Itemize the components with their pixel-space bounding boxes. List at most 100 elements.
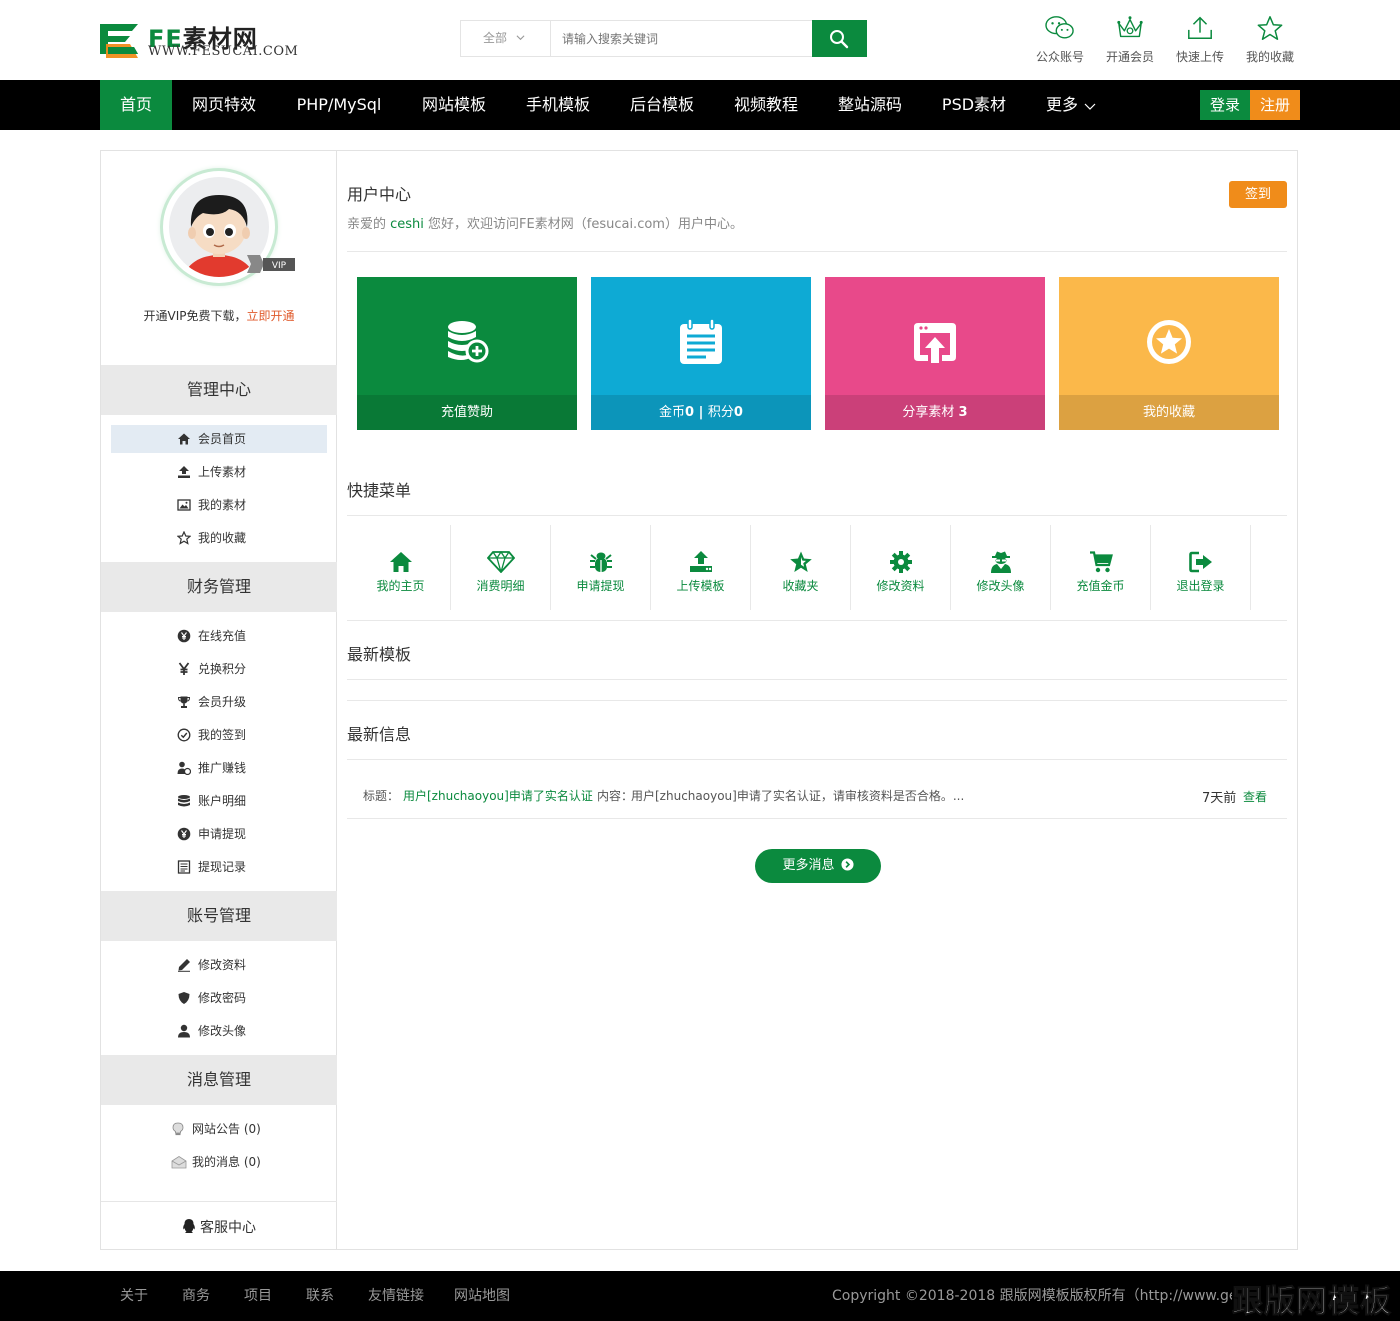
- customer-service-link[interactable]: 客服中心: [101, 1217, 337, 1237]
- footer-link-sitemap[interactable]: 网站地图: [454, 1271, 510, 1321]
- username-link[interactable]: ceshi: [390, 217, 424, 232]
- nav-item-effects[interactable]: 网页特效: [172, 80, 276, 130]
- message-view-link[interactable]: 查看: [1243, 788, 1267, 805]
- upload-icon: [1188, 16, 1212, 40]
- check-circle-icon: [177, 728, 191, 742]
- sidebar-item-recharge[interactable]: 在线充值: [111, 622, 327, 650]
- image-icon: [177, 499, 191, 511]
- nav-item-more[interactable]: 更多: [1026, 80, 1116, 130]
- footer-link-about[interactable]: 关于: [120, 1271, 148, 1321]
- tile-my-favorites[interactable]: 我的收藏: [1059, 277, 1279, 430]
- quick-link-favorites[interactable]: 我的收藏: [1240, 14, 1300, 65]
- sidebar-item-account-detail[interactable]: 账户明细: [111, 787, 327, 815]
- search-icon: [830, 30, 849, 49]
- footer-link-projects[interactable]: 项目: [244, 1271, 272, 1321]
- more-messages-button[interactable]: 更多消息: [755, 849, 881, 883]
- sidebar-item-label: 修改资料: [198, 958, 247, 972]
- sign-in-button[interactable]: 签到: [1229, 181, 1287, 208]
- vip-tip: 开通VIP免费下载，立即开通: [101, 307, 337, 324]
- nav-item-source[interactable]: 整站源码: [818, 80, 922, 130]
- quick-menu-edit-profile[interactable]: 修改资料: [851, 525, 951, 610]
- points-value: 0: [733, 405, 743, 420]
- vip-badge: VIP: [247, 255, 295, 273]
- quick-menu-upload-template[interactable]: 上传模板: [651, 525, 751, 610]
- message-time: 7天前: [1202, 791, 1237, 806]
- upload-icon: [689, 551, 712, 572]
- search-input[interactable]: [552, 21, 812, 56]
- star-icon: [1257, 16, 1283, 40]
- quick-menu-withdraw[interactable]: 申请提现: [551, 525, 651, 610]
- tile-coins-points[interactable]: 金币0 | 积分0: [591, 277, 811, 430]
- quick-menu-logout[interactable]: 退出登录: [1151, 525, 1251, 610]
- quick-menu-label: 消费明细: [476, 579, 525, 593]
- footer-link-contact[interactable]: 联系: [306, 1271, 334, 1321]
- quick-menu-spending[interactable]: 消费明细: [451, 525, 551, 610]
- bug-icon: [589, 552, 612, 572]
- welcome-message: 亲爱的 ceshi 您好，欢迎访问FE素材网（fesucai.com）用户中心。: [347, 213, 743, 232]
- main-content: 用户中心 亲爱的 ceshi 您好，欢迎访问FE素材网（fesucai.com）…: [347, 151, 1287, 1249]
- message-title-label: 标题：: [363, 789, 400, 803]
- yen-circle-icon: [177, 629, 191, 643]
- message-content-label: 内容：: [597, 789, 634, 803]
- wechat-icon: [1045, 16, 1074, 39]
- footer: 关于 商务 项目 联系 友情链接 网站地图 Copyright ©2018-20…: [0, 1271, 1400, 1321]
- nav-more-label: 更多: [1045, 95, 1078, 114]
- sidebar-item-withdraw-record[interactable]: 提现记录: [111, 853, 327, 881]
- nav-item-psd[interactable]: PSD素材: [922, 80, 1026, 130]
- sidebar-item-my-materials[interactable]: 我的素材: [111, 491, 327, 519]
- sidebar-item-upgrade[interactable]: 会员升级: [111, 688, 327, 716]
- quick-menu-label: 收藏夹: [782, 579, 819, 593]
- sidebar-item-promote[interactable]: 推广赚钱: [111, 754, 327, 782]
- footer-link-business[interactable]: 商务: [182, 1271, 210, 1321]
- tile-share-materials[interactable]: 分享素材 3: [825, 277, 1045, 430]
- tile-favorites-label: 我的收藏: [1059, 395, 1279, 430]
- sidebar-item-upload[interactable]: 上传素材: [111, 458, 327, 486]
- sidebar-item-exchange-points[interactable]: 兑换积分: [111, 655, 327, 683]
- divider: [347, 251, 1287, 252]
- sidebar-item-change-password[interactable]: 修改密码: [111, 984, 327, 1012]
- search-category-select[interactable]: 全部: [461, 21, 551, 56]
- quick-menu-recharge[interactable]: 充值金币: [1051, 525, 1151, 610]
- footer-link-friend-links[interactable]: 友情链接: [368, 1271, 424, 1321]
- message-title-link[interactable]: 用户[zhuchaoyou]申请了实名认证: [403, 787, 593, 804]
- tile-recharge[interactable]: 充值赞助: [357, 277, 577, 430]
- sidebar-item-announcements[interactable]: 网站公告 (0): [111, 1115, 327, 1143]
- nav-item-home[interactable]: 首页: [100, 80, 172, 130]
- nav-item-php[interactable]: PHP/MySql: [276, 80, 402, 130]
- quick-link-wechat[interactable]: 公众账号: [1030, 14, 1090, 65]
- sidebar-item-change-avatar[interactable]: 修改头像: [111, 1017, 327, 1045]
- pencil-icon: [178, 959, 190, 972]
- sidebar-item-edit-profile[interactable]: 修改资料: [111, 951, 327, 979]
- login-button[interactable]: 登录: [1200, 90, 1250, 120]
- vip-open-link[interactable]: 立即开通: [246, 309, 294, 323]
- customer-service-label: 客服中心: [200, 1220, 256, 1236]
- register-button[interactable]: 注册: [1250, 90, 1300, 120]
- search-button[interactable]: [812, 20, 867, 57]
- sidebar-item-label: 上传素材: [198, 465, 247, 479]
- sidebar-item-checkin[interactable]: 我的签到: [111, 721, 327, 749]
- sidebar-item-favorites[interactable]: 我的收藏: [111, 524, 327, 552]
- quick-menu-my-home[interactable]: 我的主页: [351, 525, 451, 610]
- logo-mark-icon: [100, 24, 138, 58]
- welcome-prefix: 亲爱的: [347, 217, 391, 232]
- logo[interactable]: FE素材网 WWW.FESUCAI.COM: [100, 20, 300, 62]
- nav-item-templates[interactable]: 网站模板: [402, 80, 506, 130]
- quick-link-upload[interactable]: 快速上传: [1170, 14, 1230, 65]
- sidebar-item-member-home[interactable]: 会员首页: [111, 425, 327, 453]
- sidebar-item-withdraw[interactable]: 申请提现: [111, 820, 327, 848]
- coins-add-icon: [448, 321, 489, 363]
- divider: [347, 515, 1287, 516]
- quick-menu-favorites[interactable]: 收藏夹: [751, 525, 851, 610]
- nav-item-mobile[interactable]: 手机模板: [506, 80, 610, 130]
- envelope-icon: [171, 1156, 187, 1169]
- tile-coins-points-label: 金币0 | 积分0: [591, 395, 811, 430]
- nav-item-video[interactable]: 视频教程: [714, 80, 818, 130]
- quick-menu-label: 上传模板: [676, 579, 725, 593]
- user-icon: [178, 1024, 190, 1038]
- bulb-icon: [172, 1122, 184, 1136]
- share-count: 3: [958, 405, 968, 420]
- nav-item-admin[interactable]: 后台模板: [610, 80, 714, 130]
- quick-link-vip[interactable]: 开通会员: [1100, 14, 1160, 65]
- sidebar-item-messages[interactable]: 我的消息 (0): [111, 1148, 327, 1176]
- quick-menu-change-avatar[interactable]: 修改头像: [951, 525, 1051, 610]
